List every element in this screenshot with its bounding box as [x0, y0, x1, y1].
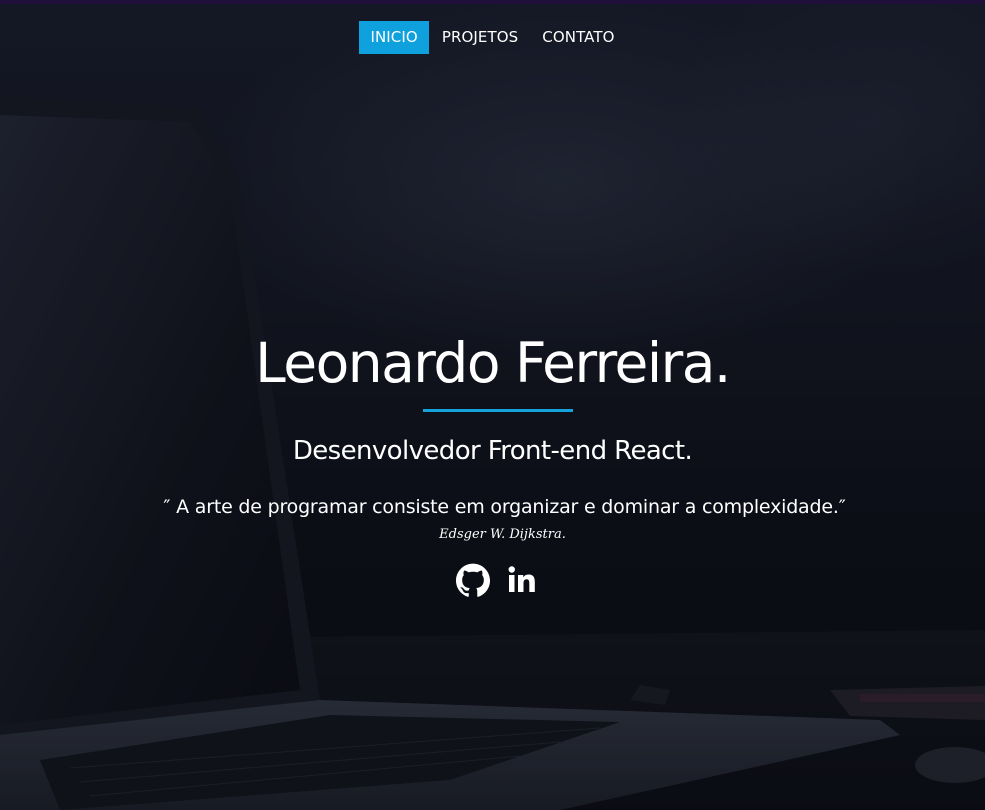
github-link[interactable]	[455, 562, 490, 598]
top-border	[0, 0, 985, 4]
background-overlay	[0, 0, 985, 810]
linkedin-icon	[508, 566, 535, 592]
hero-quote: ″ A arte de programar consiste em organi…	[163, 496, 846, 518]
main-nav: INICIO PROJETOS CONTATO	[0, 21, 985, 54]
github-icon	[455, 563, 490, 597]
hero-section: INICIO PROJETOS CONTATO Leonardo Ferreir…	[0, 0, 985, 810]
hero-name: Leonardo Ferreira.	[255, 331, 731, 395]
nav-item-projetos[interactable]: PROJETOS	[431, 21, 529, 54]
linkedin-link[interactable]	[506, 562, 540, 598]
social-links	[0, 562, 985, 598]
nav-item-inicio[interactable]: INICIO	[359, 21, 429, 54]
hero-role: Desenvolvedor Front-end React.	[292, 436, 693, 466]
nav-item-contato[interactable]: CONTATO	[531, 21, 625, 54]
quote-author: Edsger W. Dijkstra.	[439, 527, 566, 542]
title-divider	[423, 409, 573, 412]
